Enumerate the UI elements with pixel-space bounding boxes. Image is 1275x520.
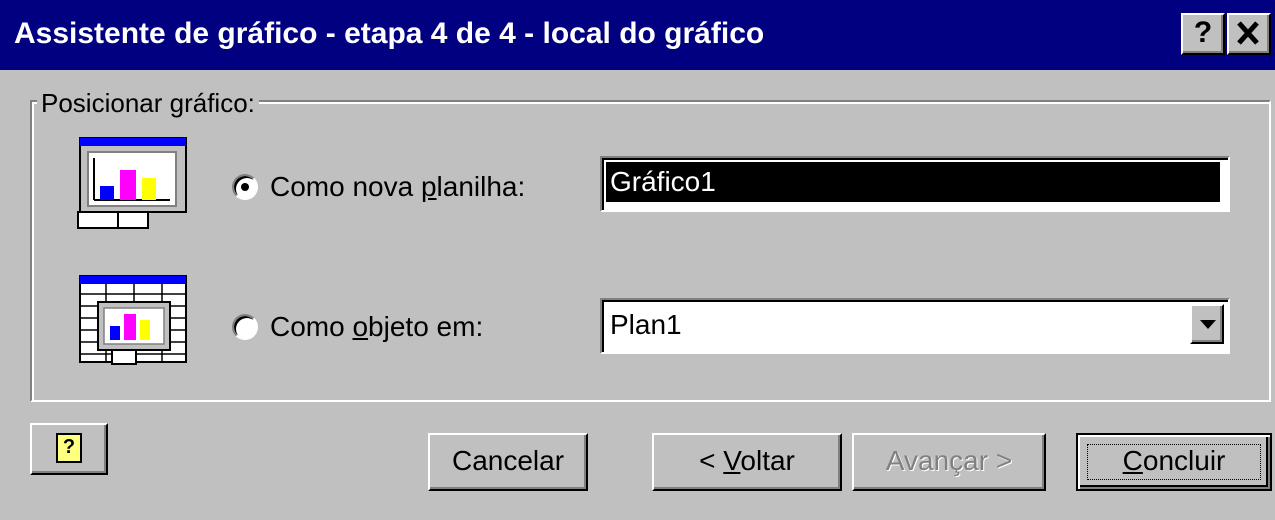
- radio-new-sheet[interactable]: [232, 174, 258, 200]
- radio-as-object[interactable]: [232, 314, 258, 340]
- label-new-sheet[interactable]: Como nova planilha:: [270, 170, 525, 204]
- embedded-chart-icon: [76, 274, 194, 370]
- dropdown-button[interactable]: [1190, 304, 1224, 344]
- help-icon: ?: [56, 433, 82, 463]
- back-button[interactable]: < Voltar: [652, 433, 842, 491]
- group-legend: Posicionar gráfico:: [37, 88, 259, 118]
- combobox-value: Plan1: [610, 309, 682, 340]
- radio-selected-dot: [241, 183, 249, 191]
- position-chart-groupbox: [30, 100, 1271, 402]
- close-icon: [1237, 21, 1259, 45]
- label-as-object[interactable]: Como objeto em:: [270, 310, 483, 344]
- new-sheet-name-field[interactable]: [600, 156, 1230, 212]
- close-button[interactable]: [1227, 13, 1271, 55]
- chevron-down-icon: [1200, 320, 1216, 329]
- title-bar[interactable]: Assistente de gráfico - etapa 4 de 4 - l…: [0, 0, 1275, 70]
- chart-sheet-icon: [76, 136, 194, 232]
- help-button[interactable]: ?: [30, 423, 108, 475]
- cancel-button[interactable]: Cancelar: [428, 433, 588, 491]
- finish-button[interactable]: Concluir: [1076, 433, 1272, 491]
- help-title-button[interactable]: ?: [1181, 13, 1225, 55]
- new-sheet-name-input[interactable]: [606, 162, 1220, 202]
- object-sheet-combobox[interactable]: Plan1: [600, 298, 1230, 354]
- dialog-title: Assistente de gráfico - etapa 4 de 4 - l…: [14, 17, 765, 50]
- next-button[interactable]: Avançar >: [852, 433, 1046, 491]
